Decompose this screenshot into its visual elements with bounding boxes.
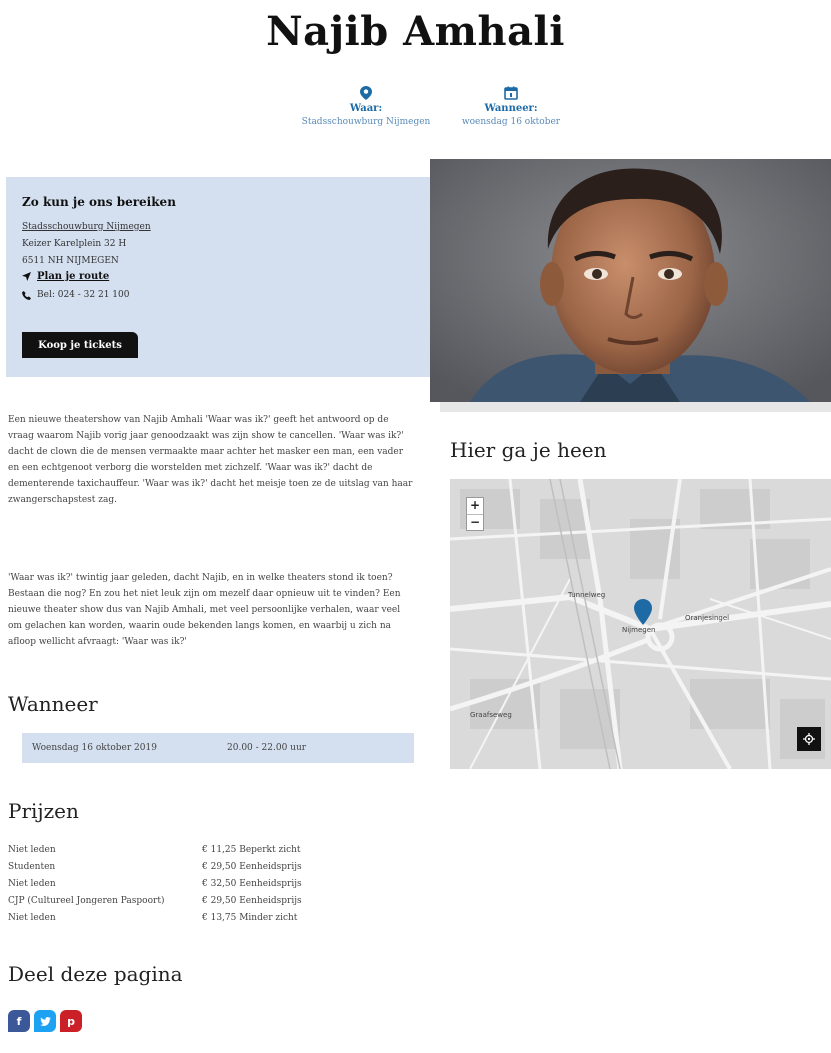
performance-row: Woensdag 16 oktober 2019 20.00 - 22.00 u…: [22, 733, 414, 763]
price-row: Niet leden € 32,50 Eenheidsprijs: [8, 879, 428, 896]
venue-city: 6511 NH NIJMEGEN: [22, 256, 119, 266]
location-map[interactable]: Nijmegen Tunnelweg Oranjesingel Graafsew…: [450, 479, 831, 769]
artist-photo: [430, 159, 831, 402]
price-amount: € 29,50 Eenheidsprijs: [202, 862, 302, 872]
price-list: Niet leden € 11,25 Beperkt zicht Student…: [8, 845, 428, 930]
zoom-out-button[interactable]: −: [467, 514, 483, 530]
price-row: Studenten € 29,50 Eenheidsprijs: [8, 862, 428, 879]
map-street-label: Oranjesingel: [685, 614, 730, 622]
phone-icon: [22, 290, 31, 300]
when-value: woensdag 16 oktober: [461, 117, 561, 127]
event-location: Waar: Stadsschouwburg Nijmegen: [300, 86, 432, 127]
contact-heading: Zo kun je ons bereiken: [22, 195, 176, 209]
price-row: CJP (Cultureel Jongeren Paspoort) € 29,5…: [8, 896, 428, 913]
price-category: Studenten: [8, 862, 56, 872]
location-marker-icon: [634, 599, 652, 625]
facebook-icon: f: [16, 1014, 22, 1028]
map-zoom-controls: + −: [466, 497, 484, 531]
prices-heading: Prijzen: [8, 799, 79, 823]
calendar-icon: [504, 86, 518, 100]
photo-caption-band: [440, 402, 831, 412]
twitter-icon: [39, 1016, 51, 1026]
price-amount: € 11,25 Beperkt zicht: [202, 845, 301, 855]
plan-route-link[interactable]: Plan je route: [22, 271, 415, 282]
phone-number: Bel: 024 - 32 21 100: [37, 290, 130, 300]
price-amount: € 29,50 Eenheidsprijs: [202, 896, 302, 906]
zoom-in-button[interactable]: +: [467, 498, 483, 514]
locate-me-button[interactable]: [797, 727, 821, 751]
where-label: Waar:: [349, 103, 383, 114]
price-row: Niet leden € 11,25 Beperkt zicht: [8, 845, 428, 862]
price-category: Niet leden: [8, 913, 56, 923]
price-category: Niet leden: [8, 879, 56, 889]
twitter-share-button[interactable]: [34, 1010, 56, 1032]
pinterest-share-button[interactable]: p: [60, 1010, 82, 1032]
venue-street: Keizer Karelplein 32 H: [22, 239, 127, 249]
map-street-label: Graafseweg: [470, 711, 512, 719]
price-amount: € 13,75 Minder zicht: [202, 913, 298, 923]
price-amount: € 32,50 Eenheidsprijs: [202, 879, 302, 889]
where-value: Stadsschouwburg Nijmegen: [301, 117, 431, 127]
contact-panel: Zo kun je ons bereiken Stadsschouwburg N…: [6, 177, 431, 377]
venue-link[interactable]: Stadsschouwburg Nijmegen: [22, 222, 151, 232]
crosshair-icon: [803, 733, 815, 745]
when-heading: Wanneer: [8, 692, 98, 716]
description-paragraph-2: 'Waar was ik?' twintig jaar geleden, dac…: [8, 573, 401, 647]
map-street-label: Tunnelweg: [568, 591, 606, 599]
plan-route-label: Plan je route: [37, 271, 110, 282]
portrait-image: [430, 159, 831, 402]
description-paragraph-1: Een nieuwe theatershow van Najib Amhali …: [8, 415, 413, 505]
facebook-share-button[interactable]: f: [8, 1010, 30, 1032]
share-heading: Deel deze pagina: [8, 962, 183, 986]
buy-tickets-button[interactable]: Koop je tickets: [22, 332, 138, 358]
performance-date: Woensdag 16 oktober 2019: [32, 743, 157, 753]
location-pin-icon: [360, 86, 372, 100]
page-title: Najib Amhali: [266, 8, 565, 55]
pinterest-icon: p: [67, 1014, 75, 1028]
map-city-label: Nijmegen: [622, 626, 656, 634]
navigation-arrow-icon: [22, 272, 31, 281]
share-buttons: f p: [8, 1010, 82, 1032]
price-category: Niet leden: [8, 845, 56, 855]
phone-line: Bel: 024 - 32 21 100: [22, 290, 415, 300]
price-row: Niet leden € 13,75 Minder zicht: [8, 913, 428, 930]
when-label: Wanneer:: [484, 103, 538, 114]
map-heading: Hier ga je heen: [450, 438, 607, 462]
event-date: Wanneer: woensdag 16 oktober: [455, 86, 567, 127]
performance-time: 20.00 - 22.00 uur: [227, 743, 307, 753]
price-category: CJP (Cultureel Jongeren Paspoort): [8, 896, 165, 906]
